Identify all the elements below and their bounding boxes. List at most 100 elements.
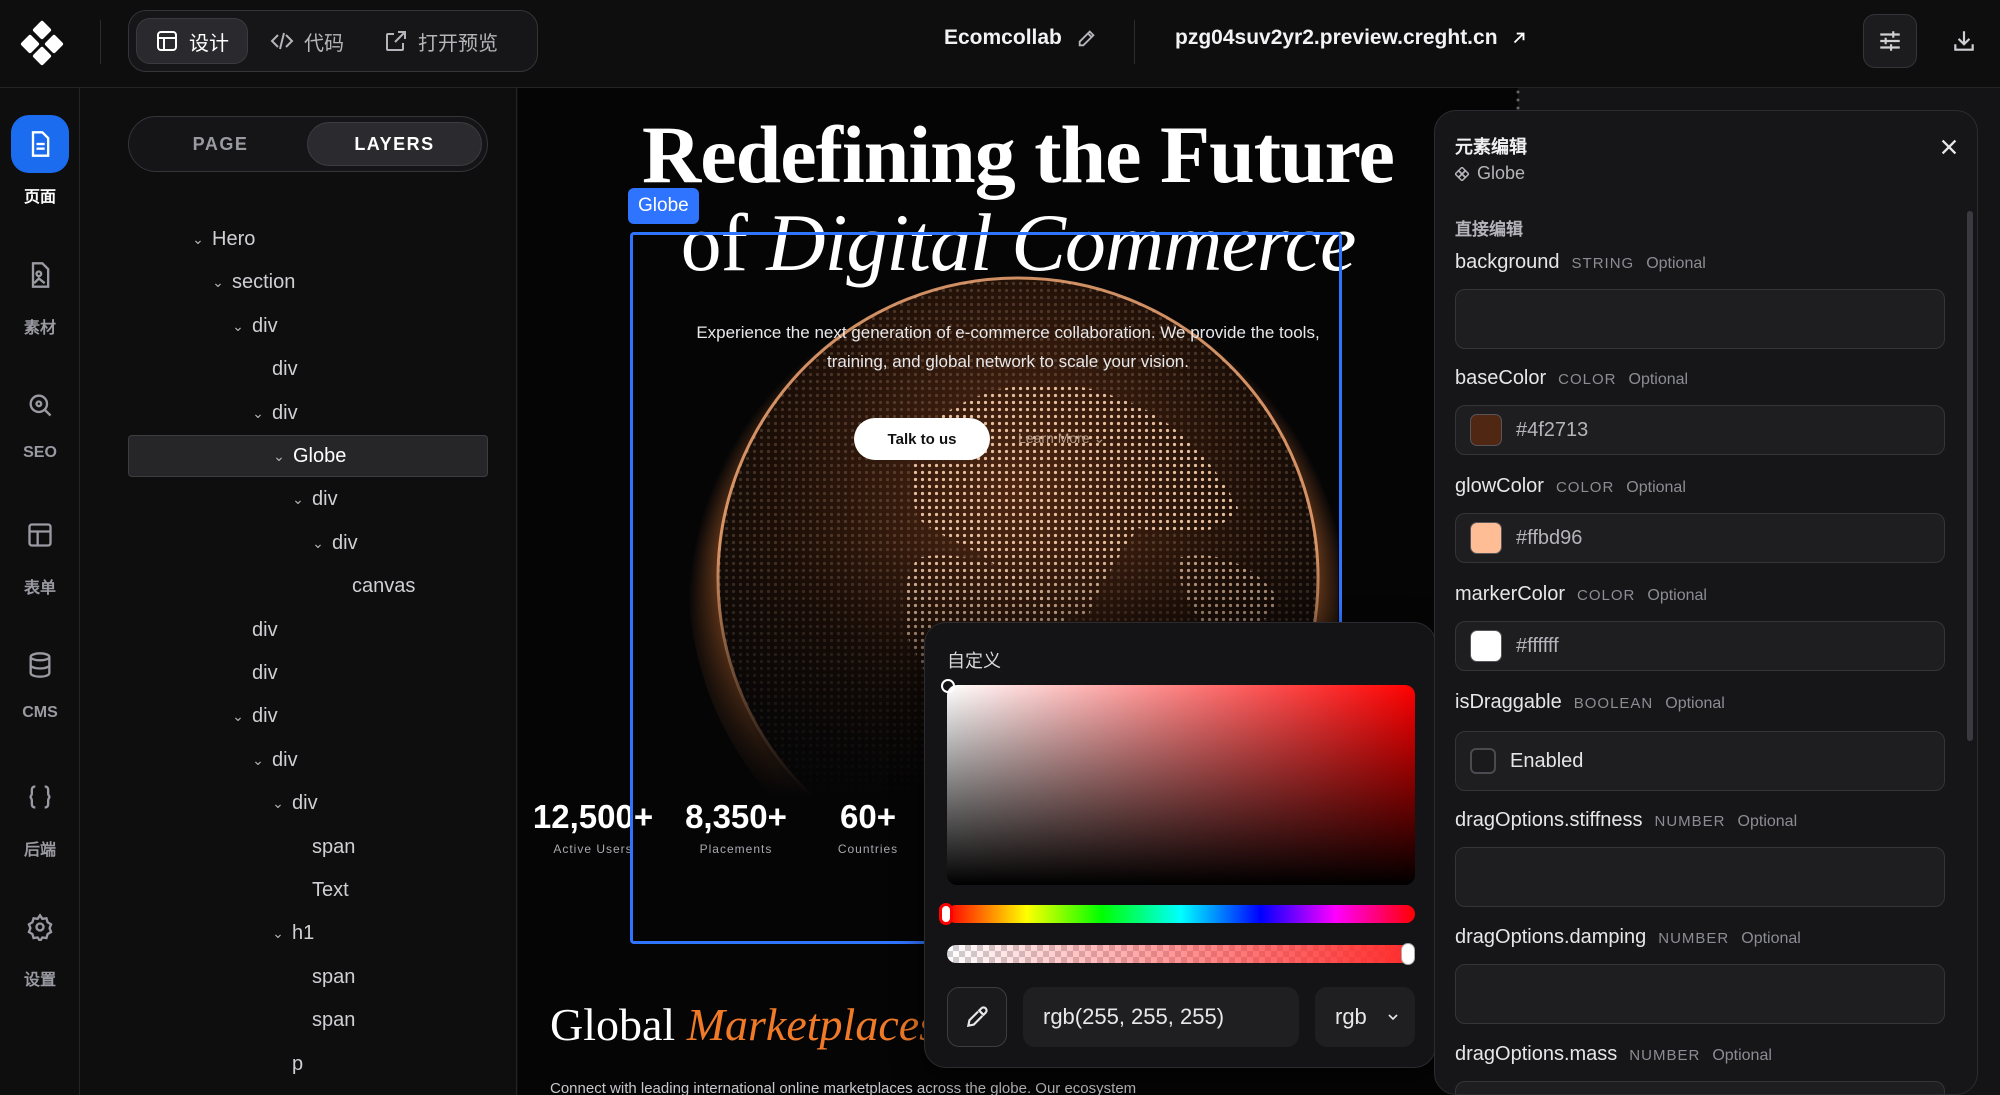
layer-row[interactable]: ⌄div	[128, 1086, 488, 1095]
background-input[interactable]	[1455, 289, 1945, 349]
download-button[interactable]	[1937, 14, 1991, 68]
layer-label: span	[312, 1008, 356, 1031]
preview-url-link[interactable]: pzg04suv2yr2.preview.creght.cn	[1175, 26, 1528, 50]
layer-row[interactable]: ⌄ section	[128, 261, 488, 303]
mode-design-button[interactable]: 设计	[136, 18, 248, 64]
glow-color-input[interactable]: #ffbd96	[1455, 513, 1945, 563]
layer-row[interactable]: ⌄ Hero	[128, 218, 488, 260]
prop-type: COLOR	[1577, 587, 1636, 604]
layer-label: Hero	[212, 227, 256, 250]
layer-label: div	[292, 791, 318, 814]
alpha-knob[interactable]	[1401, 943, 1415, 965]
tab-page[interactable]: PAGE	[134, 122, 307, 166]
marker-color-input[interactable]: #ffffff	[1455, 621, 1945, 671]
layer-row-selected[interactable]: ⌄ Globe	[128, 435, 488, 477]
settings-sliders-button[interactable]	[1863, 14, 1917, 68]
layer-label: div	[272, 401, 298, 424]
chevron-down-icon[interactable]: ⌄	[248, 405, 268, 422]
rail-item-seo[interactable]: SEO	[0, 376, 80, 462]
chevron-down-icon[interactable]: ⌄	[188, 231, 208, 248]
layer-row[interactable]: ⌄span	[128, 956, 488, 998]
layer-row[interactable]: ⌄p	[128, 1043, 488, 1085]
close-button[interactable]	[1935, 133, 1963, 161]
prop-name: dragOptions.mass	[1455, 1043, 1618, 1065]
layer-label: div	[252, 618, 278, 641]
color-swatch[interactable]	[1470, 630, 1502, 662]
mode-label: 打开预览	[418, 32, 498, 55]
prop-optional: Optional	[1712, 1047, 1772, 1064]
layer-row[interactable]: ⌄div	[128, 522, 488, 564]
hue-knob[interactable]	[939, 903, 953, 925]
database-icon	[29, 652, 51, 678]
open-preview-button[interactable]: 打开预览	[366, 18, 516, 64]
scrollbar[interactable]	[1967, 211, 1973, 741]
is-draggable-checkbox[interactable]	[1470, 748, 1496, 774]
prop-name: baseColor	[1455, 367, 1547, 389]
external-link-icon	[386, 31, 406, 51]
rail-item-settings[interactable]: 设置	[0, 898, 80, 990]
layer-row[interactable]: ⌄div	[128, 695, 488, 737]
alpha-slider[interactable]	[947, 945, 1415, 963]
base-color-input[interactable]: #4f2713	[1455, 405, 1945, 455]
layer-row[interactable]: ⌄canvas	[128, 565, 488, 607]
pencil-icon[interactable]	[1076, 27, 1098, 49]
picker-title: 自定义	[947, 651, 1001, 671]
layer-row[interactable]: ⌄div	[128, 305, 488, 347]
chevron-down-icon[interactable]: ⌄	[248, 752, 268, 769]
hue-slider[interactable]	[947, 905, 1415, 923]
braces-icon	[29, 785, 51, 809]
color-swatch[interactable]	[1470, 414, 1502, 446]
drag-damping-input[interactable]	[1455, 964, 1945, 1024]
drag-mass-input[interactable]	[1455, 1081, 1945, 1094]
layer-row[interactable]: ⌄span	[128, 826, 488, 868]
saturation-knob[interactable]	[941, 679, 955, 693]
chevron-down-icon[interactable]: ⌄	[268, 795, 288, 812]
app-logo-icon[interactable]	[18, 20, 66, 68]
chevron-down-icon[interactable]: ⌄	[269, 448, 289, 465]
chevron-down-icon[interactable]: ⌄	[208, 274, 228, 291]
prop-type: COLOR	[1558, 371, 1617, 388]
layer-row[interactable]: ⌄ h1	[128, 912, 488, 954]
prop-label: markerColor COLOR Optional	[1455, 583, 1707, 606]
layer-row[interactable]: ⌄div	[128, 739, 488, 781]
page-layers-toggle: PAGE LAYERS	[128, 116, 488, 172]
rail-item-forms[interactable]: 表单	[0, 506, 80, 598]
eyedropper-button[interactable]	[947, 987, 1007, 1047]
layer-row[interactable]: ⌄div	[128, 652, 488, 694]
color-value-input[interactable]: rgb(255, 255, 255)	[1023, 987, 1299, 1047]
chevron-down-icon[interactable]: ⌄	[228, 708, 248, 725]
chevron-down-icon[interactable]: ⌄	[288, 491, 308, 508]
layer-label: div	[252, 314, 278, 337]
layout-icon	[157, 31, 177, 51]
layer-row[interactable]: ⌄div	[128, 478, 488, 520]
layer-row[interactable]: ⌄span	[128, 999, 488, 1041]
saturation-value-area[interactable]	[947, 685, 1415, 885]
selection-tag[interactable]: Globe	[628, 188, 699, 224]
rail-item-cms[interactable]: CMS	[0, 636, 80, 722]
tab-layers[interactable]: LAYERS	[307, 122, 482, 166]
layer-row[interactable]: ⌄div	[128, 348, 488, 390]
rail-item-assets[interactable]: 素材	[0, 246, 80, 338]
layer-row[interactable]: ⌄div	[128, 782, 488, 824]
layer-row[interactable]: ⌄div	[128, 392, 488, 434]
prop-label: background STRING Optional	[1455, 251, 1706, 274]
prop-label: glowColor COLOR Optional	[1455, 475, 1686, 498]
color-swatch[interactable]	[1470, 522, 1502, 554]
color-picker-popover: 自定义 rgb(255, 255, 255) rgb	[924, 622, 1436, 1068]
top-bar: 设计 代码 打开预览 Ecomcollab pzg04suv2yr2.previ…	[0, 0, 2000, 88]
layer-row[interactable]: ⌄Text	[128, 869, 488, 911]
rail-item-backend[interactable]: 后端	[0, 768, 80, 860]
drag-stiffness-input[interactable]	[1455, 847, 1945, 907]
rail-item-pages[interactable]: 页面	[0, 115, 80, 207]
color-format-select[interactable]: rgb	[1315, 987, 1415, 1047]
rail-label: 后端	[23, 842, 56, 859]
chevron-down-icon[interactable]: ⌄	[308, 535, 328, 552]
chevron-down-icon[interactable]: ⌄	[228, 318, 248, 335]
layer-row[interactable]: ⌄div	[128, 609, 488, 651]
mode-code-button[interactable]: 代码	[252, 18, 362, 64]
project-name[interactable]: Ecomcollab	[944, 26, 1098, 50]
chevron-down-icon[interactable]: ⌄	[268, 925, 288, 942]
prop-name: background	[1455, 251, 1560, 273]
rail-label: 素材	[23, 320, 56, 337]
assets-icon	[31, 262, 50, 288]
